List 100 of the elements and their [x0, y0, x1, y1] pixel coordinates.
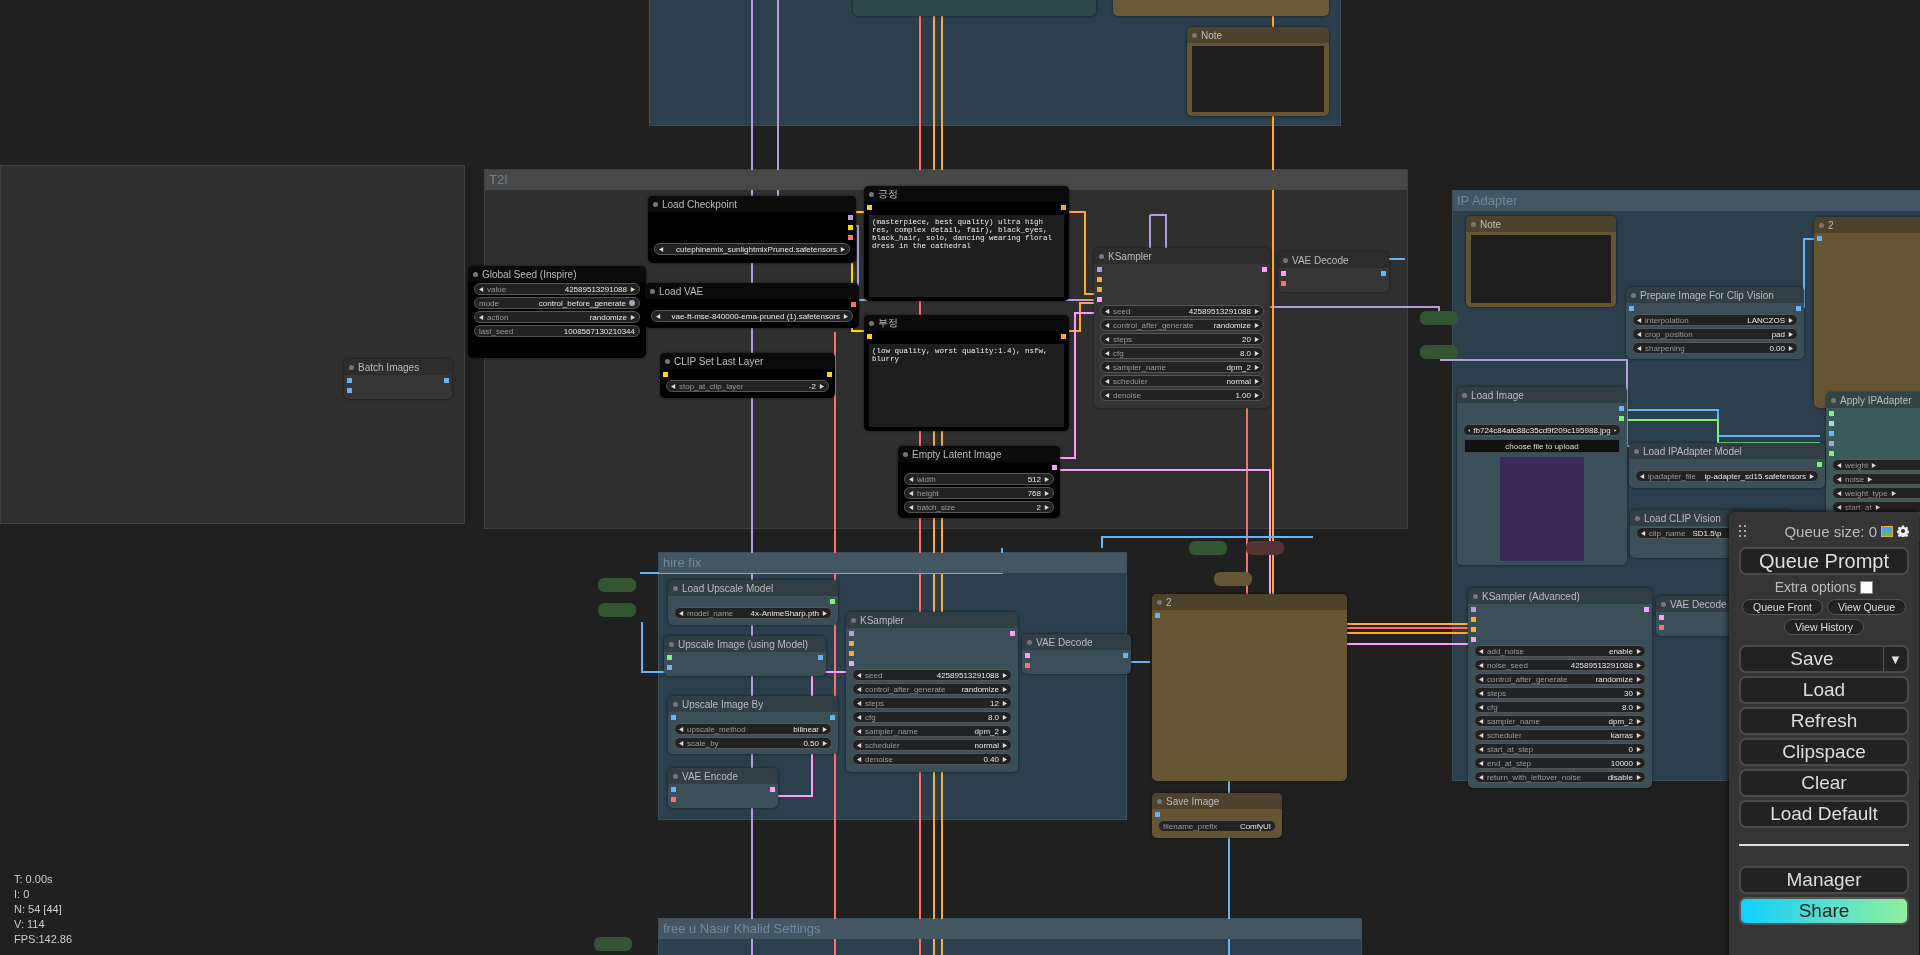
- menu-button[interactable]: Load Default: [1739, 800, 1909, 828]
- left-arrow-icon[interactable]: [671, 383, 676, 389]
- number-widget[interactable]: end_at_step 10000: [1474, 757, 1646, 769]
- combo-widget[interactable]: control_after_generate randomize: [1100, 319, 1264, 331]
- combo-widget[interactable]: control_after_generate randomize: [852, 683, 1012, 695]
- right-arrow-icon[interactable]: [630, 286, 635, 292]
- combo-widget[interactable]: scheduler normal: [1100, 375, 1264, 387]
- number-widget[interactable]: seed 42589513291088: [1100, 305, 1264, 317]
- drag-handle-icon[interactable]: [1739, 525, 1747, 537]
- number-widget[interactable]: scale_by 0.50: [674, 737, 832, 749]
- left-arrow-icon[interactable]: [857, 686, 862, 692]
- number-widget[interactable]: noise: [1832, 473, 1920, 485]
- right-arrow-icon[interactable]: [840, 246, 845, 252]
- output-port[interactable]: [830, 598, 835, 604]
- right-arrow-icon[interactable]: [1788, 331, 1793, 337]
- left-arrow-icon[interactable]: [1105, 364, 1110, 370]
- right-arrow-icon[interactable]: [1636, 662, 1641, 668]
- input-port[interactable]: [671, 786, 676, 792]
- left-arrow-icon[interactable]: [479, 314, 484, 320]
- input-port[interactable]: [1025, 652, 1030, 658]
- right-arrow-icon[interactable]: [1254, 336, 1259, 342]
- combo-widget[interactable]: scheduler karras: [1474, 729, 1646, 741]
- combo-widget[interactable]: interpolation LANCZOS: [1632, 314, 1798, 326]
- right-arrow-icon[interactable]: [1636, 774, 1641, 780]
- right-arrow-icon[interactable]: [630, 314, 635, 320]
- input-port[interactable]: [1659, 624, 1664, 630]
- right-arrow-icon[interactable]: [822, 740, 827, 746]
- left-arrow-icon[interactable]: [1640, 473, 1645, 479]
- input-port[interactable]: [867, 333, 872, 339]
- right-arrow-icon[interactable]: [1867, 476, 1873, 482]
- input-port[interactable]: [347, 377, 352, 383]
- output-port[interactable]: [851, 301, 856, 307]
- right-arrow-icon[interactable]: [1002, 700, 1007, 706]
- input-port[interactable]: [849, 650, 854, 656]
- left-arrow-icon[interactable]: [1479, 676, 1484, 682]
- menu-button[interactable]: Manager: [1739, 866, 1909, 894]
- combo-widget[interactable]: upscale_method bilinear: [674, 723, 832, 735]
- node-title-bar[interactable]: Save Image: [1152, 793, 1282, 809]
- share-button[interactable]: Share: [1739, 897, 1909, 925]
- output-port[interactable]: [827, 371, 832, 377]
- right-arrow-icon[interactable]: [1636, 732, 1641, 738]
- input-port[interactable]: [1829, 410, 1834, 416]
- input-port[interactable]: [1829, 450, 1834, 456]
- right-arrow-icon[interactable]: [1636, 704, 1641, 710]
- node-title-bar[interactable]: Global Seed (Inspire): [468, 266, 646, 282]
- combo-widget[interactable]: sampler_name dpm_2: [1100, 361, 1264, 373]
- number-widget[interactable]: seed 42589513291088: [852, 669, 1012, 681]
- menu-button[interactable]: View History: [1783, 619, 1865, 635]
- node-title-bar[interactable]: Load Checkpoint: [648, 196, 856, 212]
- input-port[interactable]: [667, 654, 672, 660]
- node-title-bar[interactable]: KSampler: [1094, 248, 1270, 264]
- combo-widget[interactable]: sampler_name dpm_2: [1474, 715, 1646, 727]
- node-title-bar[interactable]: VAE Decode: [1278, 252, 1389, 268]
- combo-widget[interactable]: scheduler normal: [852, 739, 1012, 751]
- node-title-bar[interactable]: VAE Encode: [668, 768, 778, 784]
- combo-widget[interactable]: model_name 4x-AnimeSharp.pth: [674, 607, 832, 619]
- left-arrow-icon[interactable]: [656, 313, 661, 319]
- combo-widget[interactable]: fb724c84afc88c35cd9f209c195988.jpg: [1463, 424, 1621, 436]
- right-arrow-icon[interactable]: [1636, 760, 1641, 766]
- input-port[interactable]: [1281, 270, 1286, 276]
- right-arrow-icon[interactable]: [1044, 504, 1049, 510]
- reroute-node[interactable]: [594, 937, 632, 951]
- left-arrow-icon[interactable]: [857, 714, 862, 720]
- left-arrow-icon[interactable]: [909, 476, 914, 482]
- input-port[interactable]: [1829, 440, 1834, 446]
- number-widget[interactable]: start_at: [1832, 501, 1920, 513]
- right-arrow-icon[interactable]: [1002, 686, 1007, 692]
- left-arrow-icon[interactable]: [1105, 392, 1110, 398]
- left-arrow-icon[interactable]: [909, 504, 914, 510]
- node-title-bar[interactable]: 부정: [864, 315, 1069, 331]
- input-port[interactable]: [867, 204, 872, 210]
- output-port[interactable]: [848, 234, 853, 240]
- combo-widget[interactable]: weight_type: [1832, 487, 1920, 499]
- input-port[interactable]: [1097, 286, 1102, 292]
- number-widget[interactable]: denoise 0.40: [852, 753, 1012, 765]
- reroute-node[interactable]: [1214, 572, 1252, 586]
- number-widget[interactable]: value 42589513291088: [474, 283, 640, 295]
- left-arrow-icon[interactable]: [1837, 504, 1842, 510]
- input-port[interactable]: [1471, 616, 1476, 622]
- node-title-bar[interactable]: Batch Images: [344, 359, 452, 375]
- number-widget[interactable]: steps 30: [1474, 687, 1646, 699]
- left-arrow-icon[interactable]: [857, 728, 862, 734]
- number-widget[interactable]: cfg 8.0: [1100, 347, 1264, 359]
- upload-button[interactable]: choose file to upload: [1464, 439, 1620, 453]
- left-arrow-icon[interactable]: [1479, 774, 1484, 780]
- reroute-node[interactable]: [1189, 541, 1227, 555]
- input-port[interactable]: [1471, 606, 1476, 612]
- left-arrow-icon[interactable]: [857, 756, 862, 762]
- right-arrow-icon[interactable]: [1636, 676, 1641, 682]
- number-widget[interactable]: noise_seed 42589513291088: [1474, 659, 1646, 671]
- left-arrow-icon[interactable]: [1637, 345, 1642, 351]
- left-arrow-icon[interactable]: [659, 246, 664, 252]
- left-arrow-icon[interactable]: [679, 740, 684, 746]
- node-title-bar[interactable]: KSampler: [846, 612, 1018, 628]
- combo-widget[interactable]: cutephinemix_sunlightmixPruned.safetensors: [654, 243, 850, 255]
- right-arrow-icon[interactable]: [1002, 672, 1007, 678]
- left-arrow-icon[interactable]: [679, 610, 684, 616]
- left-arrow-icon[interactable]: [1479, 718, 1484, 724]
- output-port[interactable]: [1061, 204, 1066, 210]
- right-arrow-icon[interactable]: [1002, 756, 1007, 762]
